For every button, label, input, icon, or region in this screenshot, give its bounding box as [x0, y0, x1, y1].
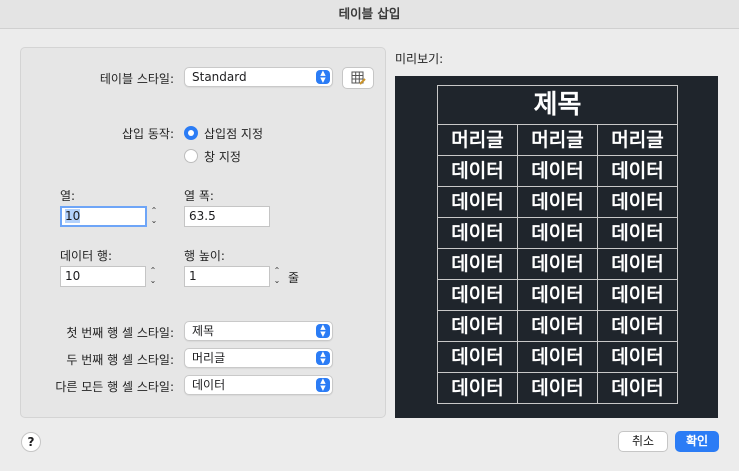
- chevron-updown-icon: ▲ ▼: [316, 70, 330, 84]
- preview-data-cell: 데이터: [437, 372, 518, 404]
- preview-data-row: 데이터 데이터 데이터: [437, 186, 678, 218]
- preview-data-cell: 데이터: [517, 372, 598, 404]
- radio-insertion-point[interactable]: [184, 126, 198, 140]
- columns-value: 10: [65, 209, 81, 223]
- help-button[interactable]: ?: [21, 432, 41, 452]
- window-title: 테이블 삽입: [0, 0, 739, 29]
- preview-data-cell: 데이터: [517, 279, 598, 311]
- preview-data-cell: 데이터: [597, 186, 678, 218]
- other-rows-style-label: 다른 모든 행 셀 스타일:: [55, 380, 174, 394]
- preview-data-row: 데이터 데이터 데이터: [437, 248, 678, 280]
- row-height-input[interactable]: 1: [184, 266, 270, 287]
- preview-data-cell: 데이터: [437, 248, 518, 280]
- first-row-style-label: 첫 번째 행 셀 스타일:: [66, 326, 174, 340]
- preview-data-row: 데이터 데이터 데이터: [437, 279, 678, 311]
- radio-insertion-point-label: 삽입점 지정: [204, 127, 264, 141]
- cancel-button[interactable]: 취소: [618, 431, 668, 452]
- preview-data-row: 데이터 데이터 데이터: [437, 217, 678, 249]
- other-rows-style-select[interactable]: 데이터 ▲ ▼: [184, 375, 333, 395]
- second-row-style-select[interactable]: 머리글 ▲ ▼: [184, 348, 333, 368]
- columns-label: 열:: [60, 189, 76, 203]
- preview-data-cell: 데이터: [597, 279, 678, 311]
- preview-data-row: 데이터 데이터 데이터: [437, 310, 678, 342]
- preview-header-cell: 머리글: [517, 124, 598, 156]
- preview-data-cell: 데이터: [437, 186, 518, 218]
- other-rows-style-value: 데이터: [192, 378, 226, 392]
- preview-header-cell: 머리글: [437, 124, 518, 156]
- preview-data-cell: 데이터: [517, 248, 598, 280]
- data-rows-stepper[interactable]: ⌃ ⌄: [147, 266, 159, 287]
- preview-header-cell: 머리글: [597, 124, 678, 156]
- preview-title-cell: 제목: [437, 85, 678, 125]
- first-row-style-value: 제목: [192, 324, 215, 338]
- radio-window[interactable]: [184, 149, 198, 163]
- preview-data-cell: 데이터: [597, 155, 678, 187]
- table-style-dialog-button[interactable]: [342, 67, 374, 89]
- data-rows-input[interactable]: 10: [60, 266, 146, 287]
- chevron-updown-icon: ▲ ▼: [316, 351, 330, 365]
- preview-data-cell: 데이터: [437, 155, 518, 187]
- columns-stepper[interactable]: ⌃ ⌄: [148, 206, 160, 227]
- second-row-style-label: 두 번째 행 셀 스타일:: [66, 353, 174, 367]
- preview-data-row: 데이터 데이터 데이터: [437, 155, 678, 187]
- ok-button[interactable]: 확인: [675, 431, 719, 452]
- preview-data-cell: 데이터: [517, 217, 598, 249]
- table-style-value: Standard: [192, 70, 247, 84]
- preview-data-cell: 데이터: [437, 279, 518, 311]
- preview-data-cell: 데이터: [437, 310, 518, 342]
- preview-data-cell: 데이터: [597, 310, 678, 342]
- column-width-input[interactable]: 63.5: [184, 206, 270, 227]
- insert-mode-label: 삽입 동작:: [121, 127, 174, 141]
- row-height-label: 행 높이:: [184, 249, 225, 263]
- table-preview: 제목 머리글 머리글 머리글 데이터 데이터 데이터 데이터 데이터 데이터 데이터 데이터 데…: [395, 76, 718, 418]
- first-row-style-select[interactable]: 제목 ▲ ▼: [184, 321, 333, 341]
- preview-data-cell: 데이터: [437, 217, 518, 249]
- preview-title-row: 제목: [437, 85, 678, 125]
- preview-data-cell: 데이터: [597, 341, 678, 373]
- preview-data-cell: 데이터: [437, 341, 518, 373]
- column-width-label: 열 폭:: [184, 189, 214, 203]
- table-edit-icon: [351, 71, 366, 85]
- preview-header-row: 머리글 머리글 머리글: [437, 124, 678, 156]
- row-height-unit: 줄: [288, 271, 300, 285]
- row-height-value: 1: [189, 269, 197, 283]
- second-row-style-value: 머리글: [192, 351, 226, 365]
- table-style-label: 테이블 스타일:: [99, 72, 174, 86]
- preview-table: 제목 머리글 머리글 머리글 데이터 데이터 데이터 데이터 데이터 데이터 데이터 데이터 데…: [437, 85, 678, 404]
- column-width-value: 63.5: [189, 209, 216, 223]
- preview-data-cell: 데이터: [597, 217, 678, 249]
- chevron-updown-icon: ▲ ▼: [316, 324, 330, 338]
- columns-input[interactable]: 10: [60, 206, 147, 227]
- preview-data-cell: 데이터: [597, 248, 678, 280]
- preview-data-cell: 데이터: [517, 186, 598, 218]
- table-style-select[interactable]: Standard ▲ ▼: [184, 67, 333, 87]
- data-rows-value: 10: [65, 269, 81, 283]
- row-height-stepper[interactable]: ⌃ ⌄: [271, 266, 283, 287]
- preview-data-row: 데이터 데이터 데이터: [437, 372, 678, 404]
- preview-data-cell: 데이터: [517, 310, 598, 342]
- chevron-updown-icon: ▲ ▼: [316, 378, 330, 392]
- preview-data-cell: 데이터: [597, 372, 678, 404]
- preview-data-cell: 데이터: [517, 341, 598, 373]
- preview-label: 미리보기:: [395, 52, 444, 66]
- preview-data-cell: 데이터: [517, 155, 598, 187]
- data-rows-label: 데이터 행:: [60, 249, 113, 263]
- radio-window-label: 창 지정: [204, 150, 241, 164]
- preview-data-row: 데이터 데이터 데이터: [437, 341, 678, 373]
